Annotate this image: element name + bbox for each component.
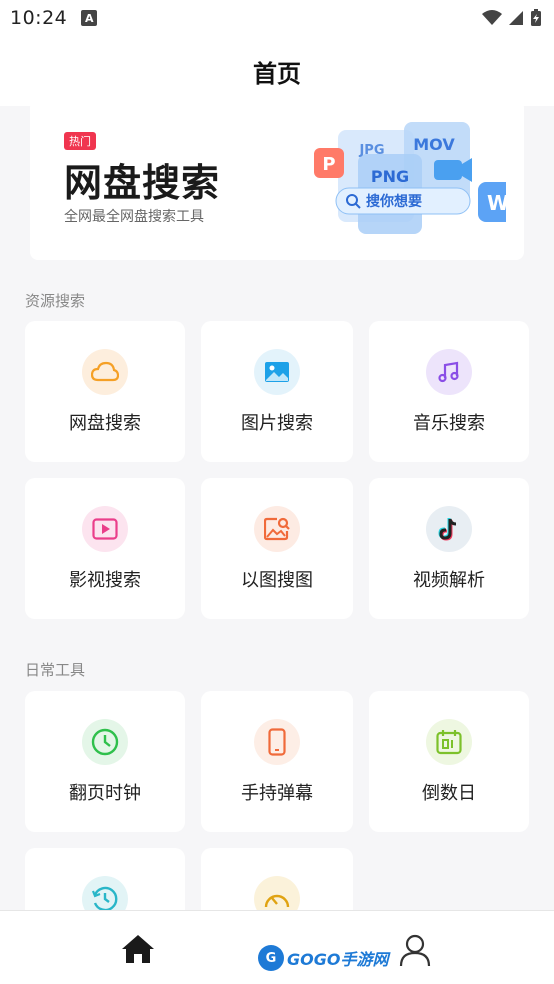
w-tag: W	[487, 191, 506, 215]
card-speed-tool[interactable]	[201, 848, 353, 910]
card-image-search[interactable]: 图片搜索	[201, 321, 353, 462]
calendar-icon	[426, 719, 472, 765]
watermark-logo: G GOGO手游网	[258, 945, 388, 971]
main-content[interactable]: 热门 网盘搜索 全网最全网盘搜索工具 P JPG MOV PNG 搜你想要 W …	[0, 106, 554, 910]
netdisk-search-banner[interactable]: 热门 网盘搜索 全网最全网盘搜索工具 P JPG MOV PNG 搜你想要 W	[30, 106, 524, 260]
card-label: 网盘搜索	[69, 413, 141, 434]
cloud-icon	[82, 349, 128, 395]
card-label: 倒数日	[422, 783, 476, 804]
gogo-logo-icon: G	[258, 945, 284, 971]
banner-subtitle: 全网最全网盘搜索工具	[64, 209, 204, 225]
card-countdown-days[interactable]: 倒数日	[369, 691, 529, 832]
card-label: 手持弹幕	[241, 783, 313, 804]
tab-profile[interactable]	[398, 933, 432, 971]
card-handheld-danmaku[interactable]: 手持弹幕	[201, 691, 353, 832]
banner-search-text: 搜你想要	[366, 193, 422, 210]
card-label: 音乐搜索	[413, 413, 485, 434]
card-reverse-image-search[interactable]: 以图搜图	[201, 478, 353, 619]
wifi-icon	[482, 10, 502, 25]
p-tag: P	[322, 154, 335, 175]
music-note-icon	[426, 349, 472, 395]
history-clock-icon	[82, 876, 128, 910]
card-label: 影视搜索	[69, 570, 141, 591]
tab-home[interactable]	[120, 933, 156, 969]
status-bar: 10:24 A	[0, 0, 554, 36]
page-title: 首页	[253, 59, 301, 88]
png-tag: PNG	[371, 167, 409, 186]
card-netdisk-search[interactable]: 网盘搜索	[25, 321, 185, 462]
card-video-parse[interactable]: 视频解析	[369, 478, 529, 619]
bottom-tab-bar: G GOGO手游网	[0, 910, 554, 984]
title-bar: 首页	[0, 36, 554, 106]
tiktok-icon	[426, 506, 472, 552]
mov-tag: MOV	[413, 135, 455, 154]
section-label-resource: 资源搜索	[25, 292, 86, 310]
card-history-tool[interactable]	[25, 848, 185, 910]
video-play-icon	[82, 506, 128, 552]
card-label: 图片搜索	[241, 413, 313, 434]
banner-illustration: P JPG MOV PNG 搜你想要 W	[314, 122, 506, 234]
card-label: 视频解析	[413, 570, 485, 591]
image-icon	[254, 349, 300, 395]
speedometer-icon	[254, 876, 300, 910]
jpg-tag: JPG	[358, 143, 384, 158]
status-time: 10:24	[10, 7, 68, 29]
notification-icon: A	[81, 10, 98, 26]
phone-icon	[254, 719, 300, 765]
battery-icon	[531, 9, 541, 26]
card-label: 翻页时钟	[69, 783, 141, 804]
status-icons	[482, 9, 542, 27]
card-music-search[interactable]: 音乐搜索	[369, 321, 529, 462]
signal-icon	[509, 11, 523, 25]
card-movie-search[interactable]: 影视搜索	[25, 478, 185, 619]
watermark-text: GOGO手游网	[287, 950, 389, 969]
clock-icon	[82, 719, 128, 765]
image-search-icon	[254, 506, 300, 552]
person-icon	[399, 934, 431, 967]
hot-badge: 热门	[64, 132, 96, 150]
card-flip-clock[interactable]: 翻页时钟	[25, 691, 185, 832]
home-icon	[122, 935, 154, 963]
card-label: 以图搜图	[241, 570, 313, 591]
banner-title: 网盘搜索	[64, 161, 221, 205]
section-label-tools: 日常工具	[25, 661, 86, 679]
